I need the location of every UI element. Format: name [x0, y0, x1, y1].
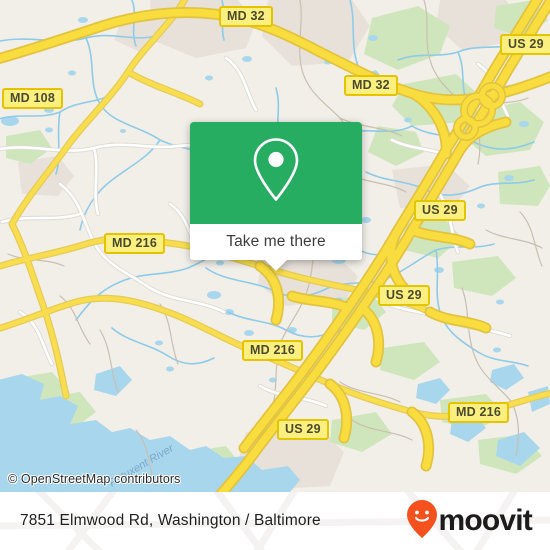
road-shield-md32-east[interactable]: MD 32	[344, 75, 398, 96]
callout-action-bar[interactable]: Take me there	[190, 224, 362, 271]
map-pin-icon	[247, 136, 305, 211]
road-shield-md108[interactable]: MD 108	[2, 88, 63, 109]
road-shield-us29-east[interactable]: US 29	[414, 200, 466, 221]
callout-tail	[265, 260, 287, 271]
road-shield-md216-southeast[interactable]: MD 216	[448, 402, 509, 423]
callout-image-panel	[190, 122, 362, 224]
footer-bar: 7851 Elmwood Rd, Washington / Baltimore …	[0, 492, 550, 550]
road-shield-md216-west[interactable]: MD 216	[104, 233, 165, 254]
road-shield-us29-south[interactable]: US 29	[277, 419, 329, 440]
moovit-brand[interactable]: moovit	[407, 499, 533, 543]
moovit-map-screenshot: Patuxent River MD 32 US 29 MD 32 MD 108 …	[0, 0, 550, 550]
road-shield-us29-northeast[interactable]: US 29	[500, 34, 550, 55]
road-shield-md216-center[interactable]: MD 216	[242, 340, 303, 361]
location-callout[interactable]: Take me there	[190, 122, 362, 271]
road-shield-md32-north[interactable]: MD 32	[219, 6, 273, 27]
take-me-there-button[interactable]: Take me there	[226, 233, 326, 251]
road-shield-us29-mid[interactable]: US 29	[378, 285, 430, 306]
moovit-wordmark: moovit	[438, 504, 532, 537]
map-attribution[interactable]: © OpenStreetMap contributors	[8, 472, 181, 486]
location-title: 7851 Elmwood Rd, Washington / Baltimore	[20, 512, 321, 529]
map-viewport[interactable]: Patuxent River MD 32 US 29 MD 32 MD 108 …	[0, 0, 550, 492]
moovit-smiley-pin-icon	[407, 499, 438, 543]
